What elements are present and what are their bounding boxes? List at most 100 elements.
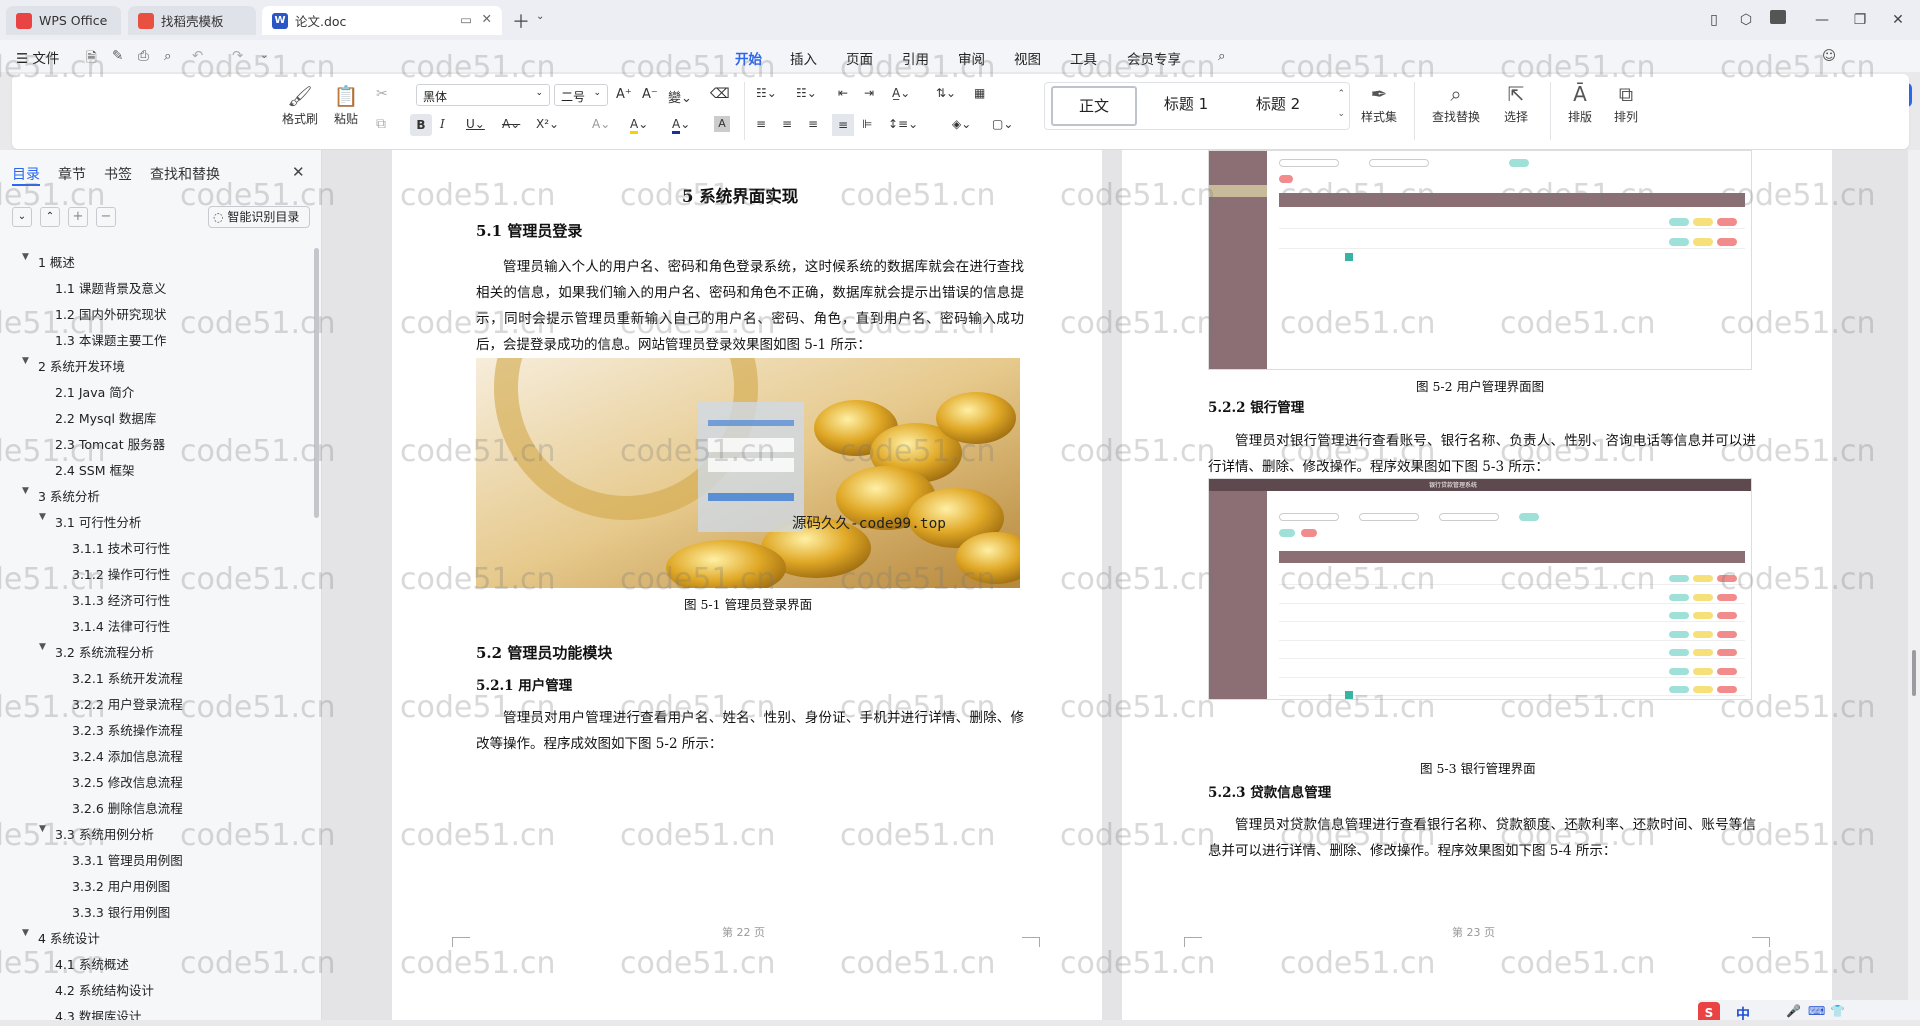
chat-icon[interactable]: ☺	[1822, 48, 1836, 64]
justify-icon[interactable]: ≡	[832, 114, 854, 136]
menu-page[interactable]: 页面	[846, 48, 873, 68]
toc-item[interactable]: 3.3 系统用例分析 ▼	[39, 824, 154, 843]
toc-item[interactable]: 1 概述 ▼	[22, 252, 75, 271]
font-color-icon[interactable]: A⌄	[672, 117, 690, 134]
menu-review[interactable]: 审阅	[958, 48, 985, 68]
chevron-down-icon[interactable]: ⌄	[1337, 109, 1345, 119]
phonetic-icon[interactable]: 變⌄	[668, 87, 692, 106]
style-normal[interactable]: 正文	[1051, 86, 1137, 126]
font-size-select[interactable]: 二号 ⌄	[554, 84, 608, 106]
chevron-down-icon[interactable]: ⌄	[260, 50, 268, 61]
expand-arrow-icon[interactable]: ▼	[22, 486, 29, 496]
select-button[interactable]: ⇱ 选择	[1494, 82, 1538, 125]
tab-template[interactable]: 找稻壳模板	[128, 6, 256, 35]
arrange-button[interactable]: ⧉ 排列	[1606, 82, 1646, 125]
chevron-up-icon[interactable]: ⌃	[1337, 89, 1345, 99]
toc-item[interactable]: 3.1.3 经济可行性	[72, 590, 170, 609]
tab-find-replace[interactable]: 查找和替换	[150, 164, 220, 184]
char-shading-icon[interactable]: A	[714, 116, 730, 132]
menu-reference[interactable]: 引用	[902, 48, 929, 68]
bold-button[interactable]: B	[410, 114, 432, 136]
strikethrough-button[interactable]: A⌄	[502, 117, 520, 131]
close-icon[interactable]: ✕	[292, 163, 305, 181]
expand-arrow-icon[interactable]: ▼	[22, 928, 29, 938]
toc-item[interactable]: 1.2 国内外研究现状	[55, 304, 166, 323]
grow-font-icon[interactable]: A⁺	[616, 87, 632, 102]
toc-item[interactable]: 4.2 系统结构设计	[55, 980, 154, 999]
toc-item[interactable]: 1.1 课题背景及意义	[55, 278, 166, 297]
add-heading-icon[interactable]: +	[68, 207, 88, 227]
toc-item[interactable]: 2.3 Tomcat 服务器	[55, 434, 165, 453]
restore-button[interactable]: ❐	[1850, 10, 1870, 30]
toc-item[interactable]: 3.2 系统流程分析 ▼	[39, 642, 154, 661]
bullet-list-icon[interactable]: ☷⌄	[756, 86, 777, 100]
toc-item[interactable]: 2 系统开发环境 ▼	[22, 356, 125, 375]
minimize-button[interactable]: —	[1812, 10, 1832, 30]
menu-member[interactable]: 会员专享	[1127, 48, 1181, 68]
toc-item[interactable]: 3.1.4 法律可行性	[72, 616, 170, 635]
menu-home[interactable]: 开始	[735, 48, 762, 68]
avatar[interactable]	[1768, 10, 1788, 30]
expand-arrow-icon[interactable]: ▼	[22, 356, 29, 366]
distribute-icon[interactable]: ⊫	[862, 117, 872, 131]
vertical-scrollbar[interactable]	[1908, 150, 1920, 1020]
expand-arrow-icon[interactable]: ▼	[39, 512, 46, 522]
cut-icon[interactable]: ✂	[376, 86, 388, 102]
style-heading-1[interactable]: 标题 1	[1143, 84, 1229, 124]
toc-item[interactable]: 3.2.1 系统开发流程	[72, 668, 183, 687]
tab-chapter[interactable]: 章节	[58, 164, 86, 184]
menu-view[interactable]: 视图	[1014, 48, 1041, 68]
toc-item[interactable]: 3.2.2 用户登录流程	[72, 694, 183, 713]
print-icon[interactable]: ⎙	[138, 48, 149, 64]
align-right-icon[interactable]: ≡	[808, 117, 818, 131]
redo-icon[interactable]: ↷	[232, 48, 243, 64]
superscript-button[interactable]: X²⌄	[536, 117, 559, 131]
highlight-icon[interactable]: A⌄	[630, 117, 648, 134]
tab-document[interactable]: W 论文.doc ▭ ✕	[262, 6, 502, 35]
toc-item[interactable]: 3.1 可行性分析 ▼	[39, 512, 141, 531]
copy-icon[interactable]: ⧉	[376, 116, 386, 132]
toc-item[interactable]: 1.3 本课题主要工作	[55, 330, 166, 349]
toc-item[interactable]: 2.4 SSM 框架	[55, 460, 134, 479]
text-effect-icon[interactable]: A⌄	[592, 117, 610, 131]
font-family-select[interactable]: 黑体 ⌄	[416, 84, 550, 106]
align-left-icon[interactable]: ≡	[756, 117, 766, 131]
increase-indent-icon[interactable]: ⇥	[864, 86, 874, 100]
tab-bookmark[interactable]: 书签	[104, 164, 132, 184]
find-replace-button[interactable]: ⌕ 查找替换	[1426, 82, 1486, 125]
paste-button[interactable]: 📋 粘贴	[326, 84, 366, 127]
shrink-font-icon[interactable]: A⁻	[642, 87, 658, 102]
close-window-button[interactable]: ✕	[1888, 10, 1908, 30]
toc-item[interactable]: 3 系统分析 ▼	[22, 486, 100, 505]
tab-toc[interactable]: 目录	[12, 164, 40, 184]
scroll-thumb[interactable]	[1912, 650, 1916, 696]
toc-item[interactable]: 3.1.1 技术可行性	[72, 538, 170, 557]
tab-wps-office[interactable]: WPS Office	[6, 6, 121, 35]
cube-icon[interactable]: ⬡	[1736, 10, 1756, 30]
menu-insert[interactable]: 插入	[790, 48, 817, 68]
toc-item[interactable]: 3.2.6 删除信息流程	[72, 798, 183, 817]
toc-item[interactable]: 3.1.2 操作可行性	[72, 564, 170, 583]
underline-button[interactable]: U⌄	[466, 117, 485, 131]
border-icon[interactable]: ▢⌄	[992, 117, 1013, 131]
toc-item[interactable]: 4 系统设计 ▼	[22, 928, 100, 947]
toc-item[interactable]: 4.1 系统概述	[55, 954, 129, 973]
search-icon[interactable]: ⌕	[1218, 48, 1226, 64]
keyboard-icon[interactable]: ⌨	[1808, 1004, 1825, 1018]
skin-icon[interactable]: 👕	[1830, 1004, 1845, 1018]
sidebar-toggle-icon[interactable]: ▯	[1704, 10, 1724, 30]
numbered-list-icon[interactable]: ☷⌄	[796, 86, 817, 100]
toc-item[interactable]: 3.2.3 系统操作流程	[72, 720, 183, 739]
menu-tools[interactable]: 工具	[1070, 48, 1097, 68]
expand-arrow-icon[interactable]: ▼	[39, 642, 46, 652]
toc-item[interactable]: 2.2 Mysql 数据库	[55, 408, 156, 427]
expand-arrow-icon[interactable]: ▼	[39, 824, 46, 834]
style-heading-2[interactable]: 标题 2	[1235, 84, 1321, 124]
remove-heading-icon[interactable]: −	[96, 207, 116, 227]
toc-item[interactable]: 3.2.5 修改信息流程	[72, 772, 183, 791]
shading-icon[interactable]: ◈⌄	[952, 117, 971, 131]
decrease-indent-icon[interactable]: ⇤	[838, 86, 848, 100]
format-painter-button[interactable]: 🖌 格式刷	[280, 84, 320, 127]
layout-button[interactable]: Ā 排版	[1560, 82, 1600, 125]
eraser-icon[interactable]: ⌫	[710, 86, 730, 102]
